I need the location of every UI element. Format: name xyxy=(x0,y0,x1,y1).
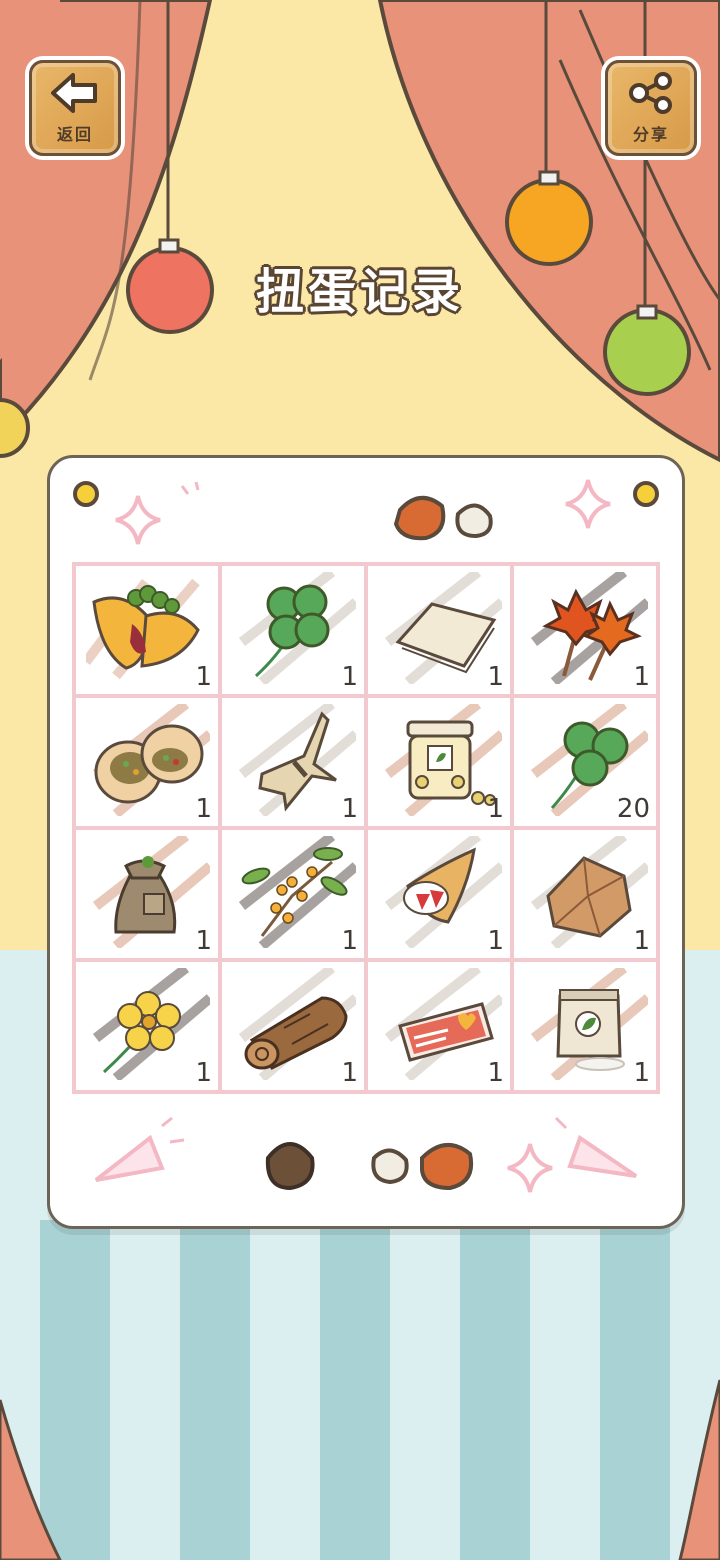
back-arrow-icon xyxy=(51,73,97,113)
back-button[interactable]: 返回 xyxy=(29,60,121,156)
tea-bag-icon xyxy=(530,968,648,1080)
share-button[interactable]: 分享 xyxy=(605,60,697,156)
item-count: 1 xyxy=(195,1058,212,1088)
share-label: 分享 xyxy=(632,125,669,144)
collection-item[interactable]: 1 xyxy=(514,962,656,1090)
collection-item[interactable]: 1 xyxy=(222,962,364,1090)
item-count: 20 xyxy=(616,794,650,824)
strawberry-crepe-icon xyxy=(384,836,502,948)
item-count: 1 xyxy=(341,662,358,692)
yellow-flower-icon xyxy=(92,968,210,1080)
collection-item[interactable]: 1 xyxy=(368,830,510,958)
bean-jar-icon xyxy=(384,704,502,816)
item-count: 1 xyxy=(487,794,504,824)
collection-item[interactable]: 1 xyxy=(76,962,218,1090)
item-count: 1 xyxy=(341,926,358,956)
collection-grid: 1 1 1 1 1 1 1 20 1 1 1 1 1 1 1 1 xyxy=(72,562,660,1094)
collection-item[interactable]: 1 xyxy=(222,830,364,958)
collection-item[interactable]: 1 xyxy=(222,698,364,826)
bark-bundle-icon xyxy=(238,704,356,816)
collection-item[interactable]: 1 xyxy=(368,962,510,1090)
item-count: 1 xyxy=(633,926,650,956)
stone-icon xyxy=(530,836,648,948)
seed-sack-icon xyxy=(92,836,210,948)
log-icon xyxy=(238,968,356,1080)
item-count: 1 xyxy=(341,1058,358,1088)
collection-item[interactable]: 1 xyxy=(368,566,510,694)
osmanthus-sprig-icon xyxy=(238,836,356,948)
item-count: 1 xyxy=(633,1058,650,1088)
collection-item[interactable]: 1 xyxy=(514,566,656,694)
four-leaf-clover-icon xyxy=(238,572,356,684)
omelette-icon xyxy=(86,578,200,680)
collection-item[interactable]: 1 xyxy=(76,566,218,694)
collection-item[interactable]: 1 xyxy=(76,698,218,826)
item-count: 1 xyxy=(487,926,504,956)
share-icon xyxy=(629,72,672,114)
item-count: 1 xyxy=(487,1058,504,1088)
back-label: 返回 xyxy=(56,125,93,144)
item-count: 1 xyxy=(341,794,358,824)
collection-item[interactable]: 20 xyxy=(514,698,656,826)
item-count: 1 xyxy=(195,662,212,692)
item-count: 1 xyxy=(195,926,212,956)
item-count: 1 xyxy=(195,794,212,824)
page-title: 扭蛋记录 xyxy=(255,264,464,320)
collection-item[interactable]: 1 xyxy=(76,830,218,958)
collection-item[interactable]: 1 xyxy=(514,830,656,958)
item-count: 1 xyxy=(633,662,650,692)
paper-sheets-icon xyxy=(384,572,502,684)
red-ticket-icon xyxy=(384,968,502,1080)
gacha-record-panel: 1 1 1 1 1 1 1 20 1 1 1 1 1 1 1 1 xyxy=(47,455,685,1229)
stuffed-bun-icon xyxy=(92,704,210,816)
collection-item[interactable]: 1 xyxy=(222,566,364,694)
collection-item[interactable]: 1 xyxy=(368,698,510,826)
maple-leaves-icon xyxy=(530,572,648,684)
item-count: 1 xyxy=(487,662,504,692)
